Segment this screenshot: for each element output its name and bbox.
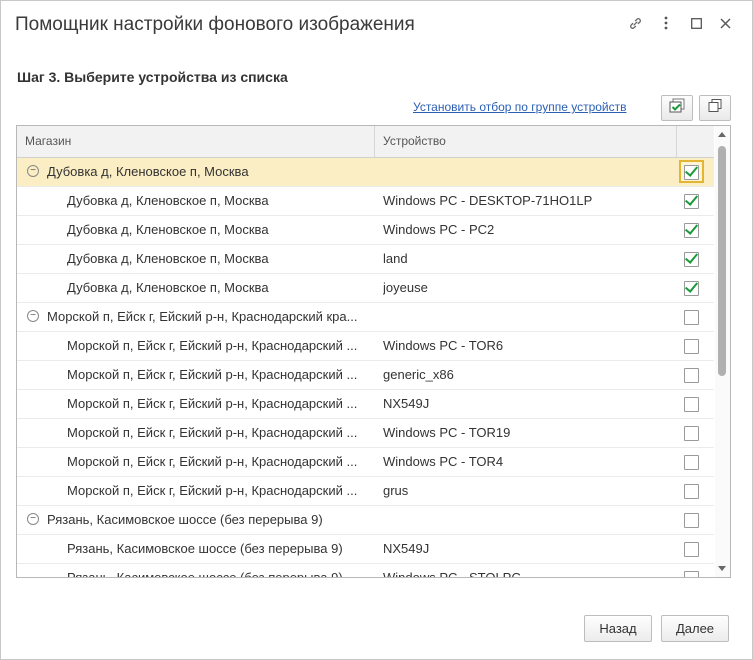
shop-cell: Рязань, Касимовское шоссе (без перерыва … xyxy=(67,570,343,578)
device-checkbox[interactable] xyxy=(684,397,699,412)
copy-icon xyxy=(707,98,723,119)
device-checkbox[interactable] xyxy=(684,194,699,209)
device-cell: Windows PC - TOR4 xyxy=(383,454,504,469)
scroll-thumb[interactable] xyxy=(718,146,726,376)
device-checkbox[interactable] xyxy=(684,339,699,354)
table-row[interactable]: Рязань, Касимовское шоссе (без перерыва … xyxy=(17,535,714,564)
shop-cell: Дубовка д, Кленовское п, Москва xyxy=(67,251,269,266)
shop-cell: Морской п, Ейск г, Ейский р-н, Краснодар… xyxy=(67,396,358,411)
table-row[interactable]: Морской п, Ейск г, Ейский р-н, Краснодар… xyxy=(17,477,714,506)
device-checkbox[interactable] xyxy=(684,484,699,499)
shop-cell: Рязань, Касимовское шоссе (без перерыва … xyxy=(47,512,323,527)
shop-cell: Морской п, Ейск г, Ейский р-н, Краснодар… xyxy=(47,309,358,324)
shop-cell: Морской п, Ейск г, Ейский р-н, Краснодар… xyxy=(67,338,358,353)
table-body: − Дубовка д, Кленовское п, Москва Дубовка … xyxy=(17,158,714,578)
check-all-icon xyxy=(668,98,686,119)
scroll-up-icon[interactable] xyxy=(718,132,726,137)
shop-cell: Морской п, Ейск г, Ейский р-н, Краснодар… xyxy=(67,425,358,440)
devices-table: Магазин Устройство − Дубовка д, Кленовско… xyxy=(16,125,731,578)
device-cell: Windows PC - PC2 xyxy=(383,222,495,237)
shop-cell: Дубовка д, Кленовское п, Москва xyxy=(67,193,269,208)
device-cell: generic_x86 xyxy=(383,367,454,382)
device-checkbox[interactable] xyxy=(684,571,699,577)
device-checkbox[interactable] xyxy=(684,165,699,180)
device-checkbox[interactable] xyxy=(684,513,699,528)
step-title: Шаг 3. Выберите устройства из списка xyxy=(17,69,288,85)
table-row[interactable]: Дубовка д, Кленовское п, Москва Windows P… xyxy=(17,187,714,216)
column-header-check[interactable] xyxy=(677,126,714,157)
device-cell: grus xyxy=(383,483,409,498)
close-icon[interactable] xyxy=(715,13,735,33)
device-checkbox[interactable] xyxy=(684,310,699,325)
device-checkbox[interactable] xyxy=(684,426,699,441)
device-checkbox[interactable] xyxy=(684,368,699,383)
table-row[interactable]: Морской п, Ейск г, Ейский р-н, Краснодар… xyxy=(17,390,714,419)
column-header-device[interactable]: Устройство xyxy=(375,126,677,157)
filter-by-device-group-link[interactable]: Установить отбор по группе устройств xyxy=(413,100,627,114)
device-checkbox[interactable] xyxy=(684,281,699,296)
shop-cell: Дубовка д, Кленовское п, Москва xyxy=(67,222,269,237)
device-checkbox[interactable] xyxy=(684,455,699,470)
table-row[interactable]: Дубовка д, Кленовское п, Москва Windows P… xyxy=(17,216,714,245)
shop-cell: Рязань, Касимовское шоссе (без перерыва … xyxy=(67,541,343,556)
table-group-row[interactable]: − Дубовка д, Кленовское п, Москва xyxy=(17,158,714,187)
vertical-scrollbar[interactable] xyxy=(715,126,730,577)
shop-cell: Морской п, Ейск г, Ейский р-н, Краснодар… xyxy=(67,454,358,469)
link-icon[interactable] xyxy=(625,13,645,33)
shop-cell: Дубовка д, Кленовское п, Москва xyxy=(47,164,249,179)
table-row[interactable]: Дубовка д, Кленовское п, Москва joyeuse xyxy=(17,274,714,303)
table-row[interactable]: Морской п, Ейск г, Ейский р-н, Краснодар… xyxy=(17,419,714,448)
dialog-title: Помощник настройки фонового изображения xyxy=(15,14,415,35)
table-row[interactable]: Морской п, Ейск г, Ейский р-н, Краснодар… xyxy=(17,361,714,390)
device-cell: Windows PC - DESKTOP-71HO1LP xyxy=(383,193,593,208)
scroll-down-icon[interactable] xyxy=(718,566,726,571)
device-cell: NX549J xyxy=(383,396,430,411)
device-cell: Windows PC - STOLPC xyxy=(383,570,521,578)
table-row[interactable]: Морской п, Ейск г, Ейский р-н, Краснодар… xyxy=(17,332,714,361)
device-cell: land xyxy=(383,251,408,266)
maximize-icon[interactable] xyxy=(686,13,706,33)
table-row[interactable]: Морской п, Ейск г, Ейский р-н, Краснодар… xyxy=(17,448,714,477)
device-cell: NX549J xyxy=(383,541,430,556)
collapse-icon[interactable]: − xyxy=(27,310,39,322)
shop-cell: Морской п, Ейск г, Ейский р-н, Краснодар… xyxy=(67,483,358,498)
dialog-window: Помощник настройки фонового изображения … xyxy=(0,0,753,660)
device-checkbox[interactable] xyxy=(684,542,699,557)
shop-cell: Дубовка д, Кленовское п, Москва xyxy=(67,280,269,295)
next-button[interactable]: Далее xyxy=(661,615,729,642)
device-checkbox[interactable] xyxy=(684,223,699,238)
table-header: Магазин Устройство xyxy=(17,126,714,158)
device-cell: joyeuse xyxy=(383,280,428,295)
table-row[interactable]: Рязань, Касимовское шоссе (без перерыва … xyxy=(17,564,714,578)
shop-cell: Морской п, Ейск г, Ейский р-н, Краснодар… xyxy=(67,367,358,382)
check-all-button[interactable] xyxy=(661,95,693,121)
more-icon[interactable] xyxy=(656,13,676,33)
table-row[interactable]: Дубовка д, Кленовское п, Москва land xyxy=(17,245,714,274)
device-checkbox[interactable] xyxy=(684,252,699,267)
column-header-shop[interactable]: Магазин xyxy=(17,126,375,157)
back-button[interactable]: Назад xyxy=(584,615,652,642)
copy-button[interactable] xyxy=(699,95,731,121)
device-cell: Windows PC - TOR19 xyxy=(383,425,511,440)
collapse-icon[interactable]: − xyxy=(27,513,39,525)
device-cell: Windows PC - TOR6 xyxy=(383,338,504,353)
collapse-icon[interactable]: − xyxy=(27,165,39,177)
table-group-row[interactable]: − Рязань, Касимовское шоссе (без перерыва… xyxy=(17,506,714,535)
table-group-row[interactable]: − Морской п, Ейск г, Ейский р-н, Краснода… xyxy=(17,303,714,332)
